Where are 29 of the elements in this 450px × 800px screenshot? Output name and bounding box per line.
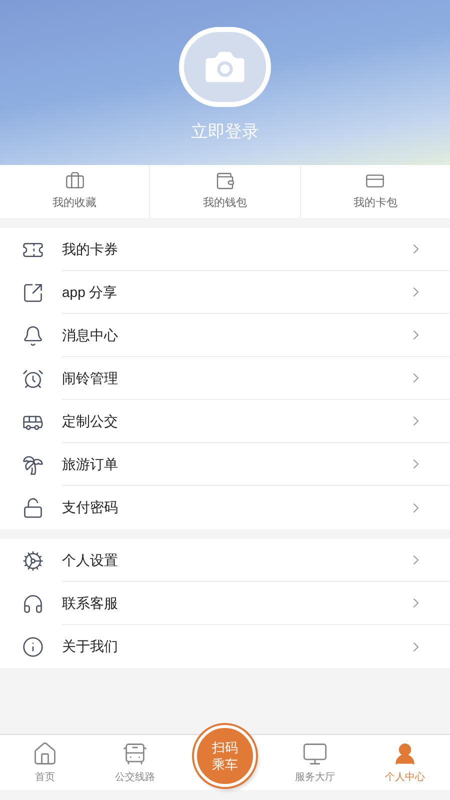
tab-item[interactable]: 首页 (0, 735, 90, 790)
shortcut-button[interactable]: 我的卡包 (300, 165, 450, 218)
wallet-icon (214, 171, 235, 192)
menu-item[interactable]: 联系客服 (0, 582, 450, 625)
menu-item[interactable]: 支付密码 (0, 486, 450, 529)
alarm-clock-icon (22, 368, 44, 390)
menu-item[interactable]: 关于我们 (0, 625, 450, 668)
tab-item[interactable]: 服务大厅 (270, 735, 360, 790)
menu-item[interactable]: 旅游订单 (0, 443, 450, 486)
settings-icon (22, 550, 44, 572)
menu-item[interactable]: app 分享 (0, 271, 450, 314)
shortcut-button[interactable]: 我的钱包 (149, 165, 300, 218)
share-icon (22, 282, 44, 304)
shortcut-button[interactable]: 我的收藏 (0, 165, 150, 218)
monitor-icon (302, 740, 328, 766)
lock-icon (22, 496, 44, 518)
menu-item[interactable]: 个人设置 (0, 539, 450, 582)
menu-item[interactable]: 定制公交 (0, 400, 450, 443)
menu-item[interactable]: 消息中心 (0, 314, 450, 357)
menu-item[interactable]: 闹铃管理 (0, 357, 450, 400)
info-icon (22, 636, 44, 658)
bell-icon (22, 324, 44, 346)
palm-tree-icon (22, 454, 44, 476)
menu-item[interactable]: 我的卡券 (0, 228, 450, 271)
bus-icon (122, 740, 148, 766)
briefcase-icon (64, 171, 85, 192)
headset-icon (22, 592, 44, 614)
home-icon (32, 740, 58, 766)
tab-item[interactable]: 公交线路 (90, 735, 180, 790)
